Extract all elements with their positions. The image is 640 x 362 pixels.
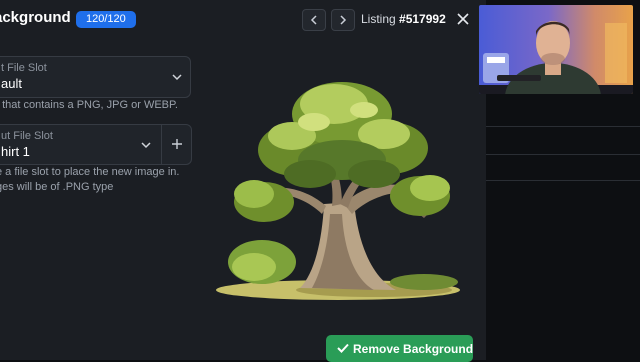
- modal-title: ackground: [0, 9, 71, 26]
- chevron-right-icon: [340, 15, 347, 25]
- usage-counter-badge: 120/120: [76, 11, 136, 28]
- webcam-overlay: [479, 5, 633, 94]
- source-slot-help: t that contains a PNG, JPG or WEBP.: [0, 99, 178, 111]
- chevron-left-icon: [310, 15, 317, 25]
- output-slot-help-line-2: ges will be of .PNG type: [0, 181, 114, 193]
- chevron-down-icon: [172, 74, 182, 81]
- close-button[interactable]: [455, 11, 471, 27]
- tree-image: [216, 82, 460, 300]
- output-slot-label: ut File Slot: [1, 130, 53, 142]
- close-icon: [457, 13, 469, 25]
- check-icon: [337, 343, 349, 353]
- webcam-image: [479, 5, 633, 94]
- output-file-slot-select[interactable]: ut File Slot hirt 1: [0, 124, 162, 165]
- chevron-down-icon: [141, 142, 151, 149]
- image-preview: [214, 74, 462, 306]
- add-file-slot-button[interactable]: [161, 124, 192, 165]
- previous-listing-button[interactable]: [302, 9, 326, 31]
- divider: [486, 126, 640, 127]
- remove-background-label: Remove Background: [353, 342, 474, 356]
- source-slot-value: ault: [1, 76, 22, 91]
- output-slot-help-line-1: e a file slot to place the new image in.: [0, 166, 180, 178]
- listing-label: Listing: [361, 12, 396, 26]
- output-slot-value: hirt 1: [1, 144, 30, 159]
- source-slot-label: t File Slot: [1, 62, 47, 74]
- modal-header: ackground 120/120 Listing #517992: [0, 0, 486, 40]
- source-file-slot-select[interactable]: t File Slot ault: [0, 56, 191, 98]
- listing-title: Listing #517992: [361, 12, 446, 26]
- plus-icon: [172, 139, 182, 149]
- listing-number: #517992: [399, 12, 446, 26]
- remove-background-modal: ackground 120/120 Listing #517992 t File…: [0, 0, 486, 362]
- next-listing-button[interactable]: [331, 9, 355, 31]
- remove-background-button[interactable]: Remove Background: [326, 335, 473, 362]
- divider: [486, 180, 640, 181]
- divider: [486, 154, 640, 155]
